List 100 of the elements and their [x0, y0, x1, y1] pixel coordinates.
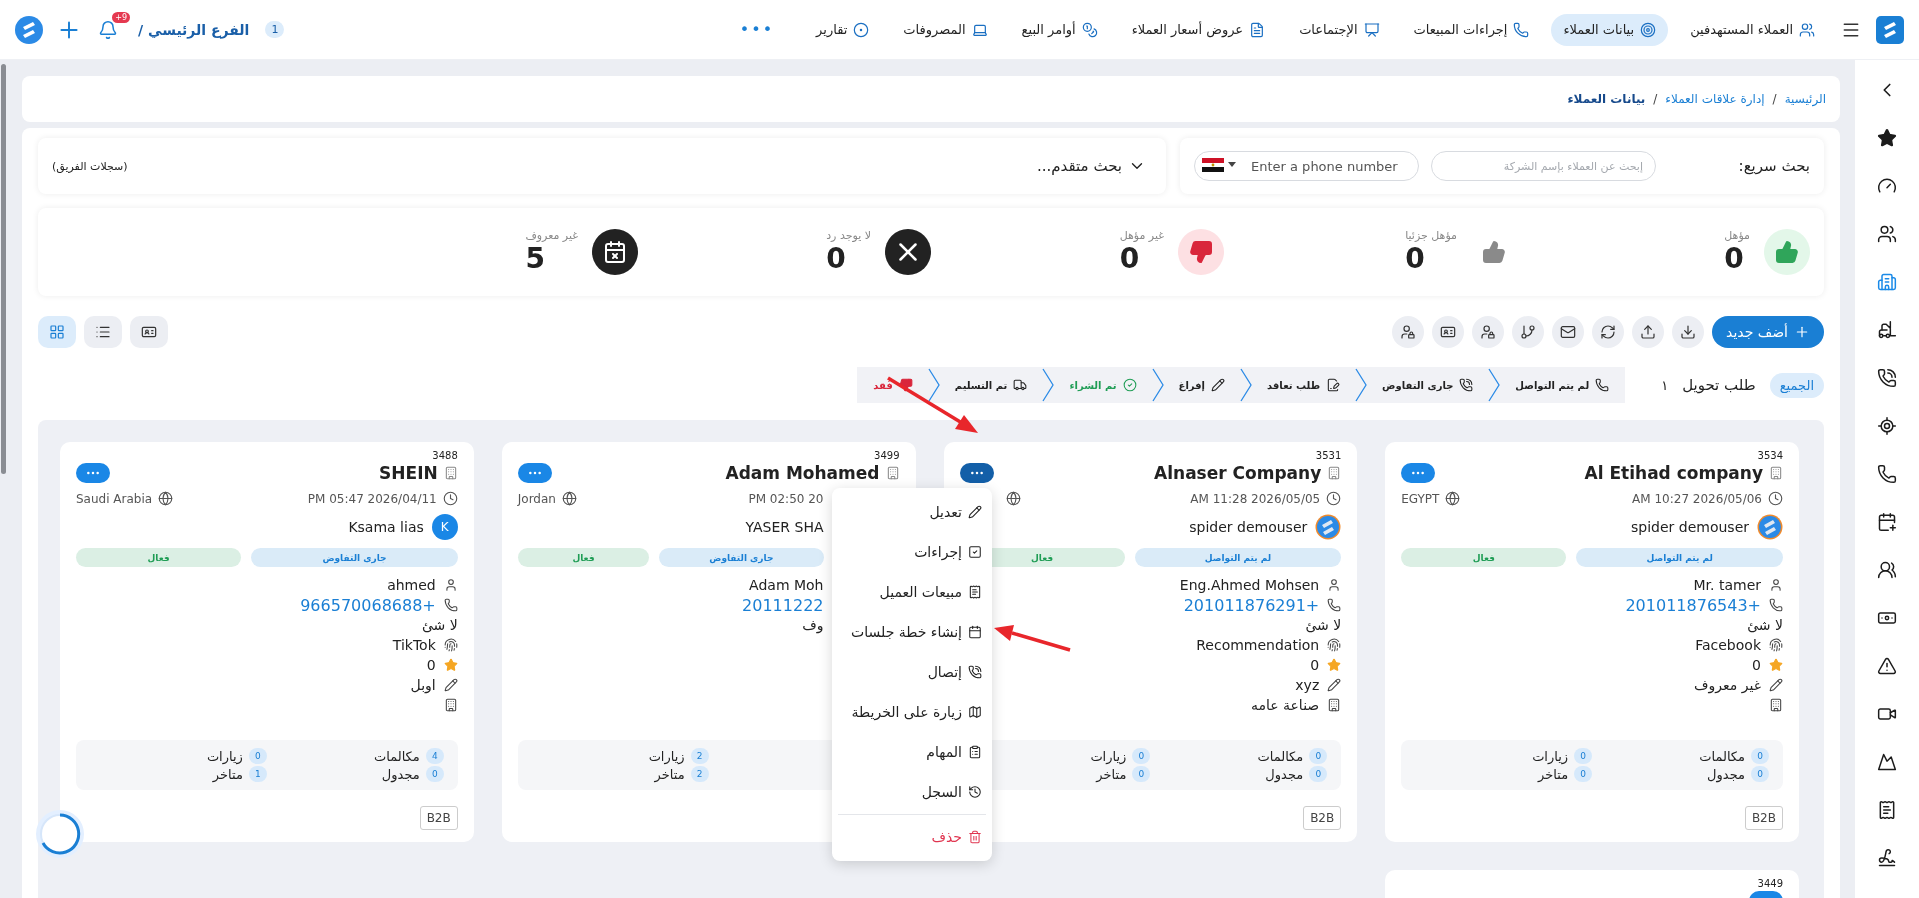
- stage-filter[interactable]: إفراغ: [1174, 378, 1230, 392]
- customer-name: Adam Mohamed: [725, 463, 880, 483]
- menu-item[interactable]: حذف: [832, 817, 992, 857]
- date-text: AM 10:27 2026/05/06: [1632, 491, 1762, 506]
- menu-item[interactable]: المهام: [832, 732, 992, 772]
- summary-value: 0: [1405, 242, 1425, 275]
- detail-text: xyz: [1295, 677, 1320, 693]
- stat-label: مكالمات: [1699, 748, 1745, 764]
- branch-selector[interactable]: الفرع الرئيسي /: [132, 20, 256, 39]
- owner-name: spider demouser: [1189, 519, 1308, 535]
- stat-label: زيارات: [1090, 748, 1127, 764]
- count-badge: 0: [1751, 748, 1769, 764]
- summary-label: لا يوجد رد: [826, 229, 871, 242]
- stat-label: مجدول: [1707, 766, 1745, 782]
- nav-tab[interactable]: عروض أسعار العملاء: [1119, 13, 1278, 46]
- country-text: Jordan: [517, 491, 556, 506]
- stat-label: زيارات: [206, 748, 243, 764]
- phone-link[interactable]: 966570068688+: [300, 595, 436, 615]
- detail-text: ahmed: [387, 577, 436, 593]
- stat-label: مكالمات: [373, 748, 420, 764]
- nav-tab[interactable]: إجراءات المبيعات: [1401, 13, 1542, 46]
- nav-tab[interactable]: المصروفات: [891, 13, 1000, 46]
- nav-tab[interactable]: الإجتماعات: [1287, 13, 1392, 46]
- phone-link[interactable]: 201011876291+: [1183, 595, 1320, 615]
- more-button[interactable]: •••: [733, 19, 781, 40]
- count-badge: 0: [1309, 748, 1328, 764]
- breadcrumb-link[interactable]: إدارة علاقات العملاء: [1665, 92, 1765, 106]
- breadcrumb-link[interactable]: بيانات العملاء: [1567, 92, 1646, 106]
- customer-name: Al Etihad company: [1584, 463, 1763, 483]
- date-text: PM 02:50 20: [748, 491, 824, 506]
- detail-text: Recommendation: [1196, 637, 1320, 653]
- breadcrumb-link[interactable]: الرئيسية: [1784, 92, 1826, 106]
- customer-id: 3531: [1315, 450, 1342, 461]
- date-text: PM 05:47 2026/04/11: [307, 491, 437, 506]
- company-search-field[interactable]: إبحث عن العملاء بإسم الشركة: [1431, 151, 1656, 181]
- summary-value: 0: [1724, 242, 1744, 275]
- detail-text: لا شئ: [421, 617, 458, 633]
- stat-label: متاخر: [212, 766, 243, 782]
- detail-text: Facebook: [1695, 637, 1761, 653]
- detail-text: اوبل: [410, 677, 436, 693]
- stat-label: مكالمات: [1257, 748, 1304, 764]
- customer-name: SHEIN: [379, 463, 438, 483]
- summary-label: مؤهل جزئيا: [1405, 229, 1457, 242]
- stat-label: متاخر: [1538, 766, 1569, 782]
- menu-item[interactable]: السجل: [832, 772, 992, 812]
- advanced-search-toggle[interactable]: بحث متقدم...: [1031, 156, 1152, 176]
- breadcrumb-separator: /: [1653, 92, 1658, 106]
- detail-text: 0: [1310, 657, 1320, 673]
- branch-count: 1: [265, 21, 285, 38]
- summary-value: 0: [1119, 242, 1140, 275]
- menu-item[interactable]: تعديل: [832, 492, 992, 532]
- country-text: EGYPT: [1401, 491, 1440, 506]
- count-badge: 1: [248, 766, 267, 782]
- stat-label: متاخر: [1096, 766, 1127, 782]
- detail-text: وف: [802, 617, 824, 633]
- nav-tab[interactable]: تقارير: [804, 13, 882, 46]
- phone-link[interactable]: 201011876543+: [1625, 595, 1761, 615]
- count-badge: 0: [1309, 766, 1328, 782]
- country-text: Saudi Arabia: [76, 491, 153, 506]
- detail-text: Mr. tamer: [1693, 577, 1761, 593]
- customer-id: 3499: [874, 450, 900, 461]
- summary-label: غير مؤهل: [1119, 229, 1164, 242]
- owner-name: spider demouser: [1631, 519, 1749, 535]
- menu-item[interactable]: إتصال: [832, 652, 992, 692]
- phone-field[interactable]: Enter a phone number: [1194, 151, 1419, 181]
- count-badge: 0: [1574, 766, 1593, 782]
- stage-filter[interactable]: جارى التفاوض: [1378, 378, 1478, 392]
- count-badge: 0: [1132, 766, 1151, 782]
- count-badge: 0: [425, 766, 444, 782]
- menu-item[interactable]: مبيعات العميل: [832, 572, 992, 612]
- count-badge: 0: [1132, 748, 1151, 764]
- detail-text: لا شئ: [1747, 617, 1783, 633]
- stage-filter[interactable]: لم يتم التواصل: [1511, 378, 1614, 392]
- add-new-button[interactable]: أضف جديد: [1712, 316, 1824, 348]
- detail-text: غير معروف: [1694, 677, 1761, 693]
- customer-name: Alnaser Company: [1154, 463, 1322, 483]
- nav-tab[interactable]: أوامر البيع: [1009, 13, 1110, 46]
- transfer-count: ١: [1661, 377, 1669, 393]
- team-records-text: (سجلات الفريق): [52, 159, 128, 173]
- detail-text: 0: [426, 657, 436, 673]
- phone-link[interactable]: 20111222: [742, 595, 824, 615]
- customer-id: 3449: [1757, 878, 1783, 889]
- stage-filter[interactable]: فُقد: [869, 378, 917, 392]
- stage-filter[interactable]: طلب تعاقد: [1263, 378, 1345, 392]
- detail-text: TikTok: [392, 637, 436, 653]
- nav-tab[interactable]: العملاء المستهدفين: [1678, 13, 1827, 46]
- filter-tab[interactable]: الجميع: [1769, 372, 1824, 398]
- summary-label: غير معروف: [525, 229, 578, 242]
- customer-id: 3488: [432, 450, 458, 461]
- stage-filter[interactable]: تم التسليم: [950, 378, 1032, 392]
- summary-label: مؤهل: [1724, 229, 1750, 242]
- count-badge: 0: [1751, 766, 1769, 782]
- type-badge: B2B: [1303, 806, 1342, 830]
- status-tag: جارى التفاوض: [659, 548, 824, 567]
- menu-item[interactable]: إنشاء خطة جلسات: [832, 612, 992, 652]
- menu-item[interactable]: زيارة على الخريطة: [832, 692, 992, 732]
- nav-tab[interactable]: بيانات العملاء: [1551, 13, 1669, 46]
- stat-label: مجدول: [381, 766, 420, 782]
- notification-count: +9: [112, 11, 130, 23]
- status-tag: جارى التفاوض: [251, 548, 458, 567]
